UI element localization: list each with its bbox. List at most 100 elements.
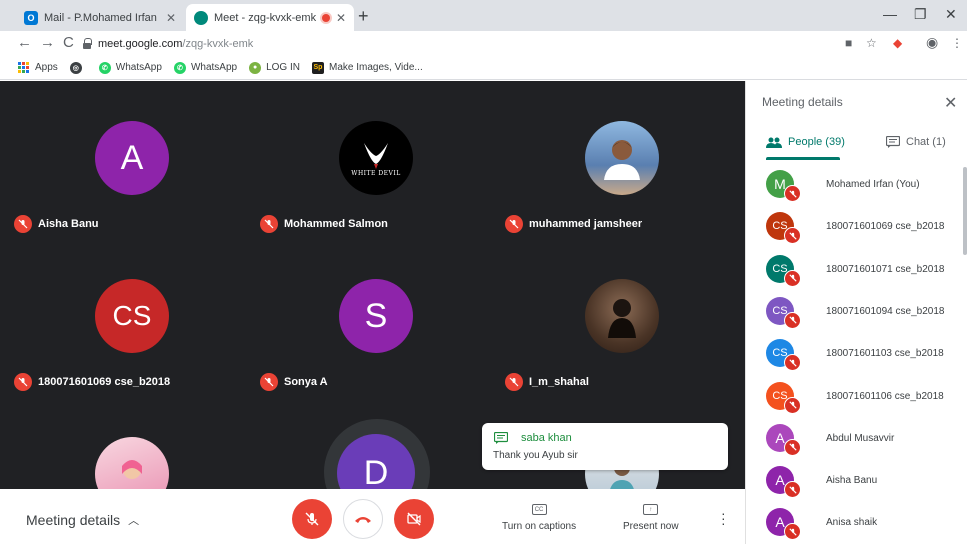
participant-list-name: Abdul Musavvir	[826, 432, 895, 444]
camera-icon[interactable]: ■	[845, 36, 852, 50]
mic-toggle-button[interactable]	[292, 499, 332, 539]
lock-icon	[82, 38, 92, 49]
participant-name-label: Aisha Banu	[38, 218, 99, 230]
bookmark-apps[interactable]: Apps	[18, 62, 58, 73]
captions-icon: CC	[531, 504, 547, 515]
bookmark-login[interactable]: ● LOG IN	[249, 61, 300, 74]
participant-list-name: 180071601069 cse_b2018	[826, 221, 945, 233]
participant-name: Mohammed Salmon	[260, 215, 388, 233]
present-icon: ↑	[643, 504, 659, 515]
forward-icon[interactable]: →	[40, 34, 55, 51]
present-button[interactable]: ↑ Present now	[623, 504, 679, 532]
mic-off-icon	[14, 373, 32, 391]
close-icon[interactable]: ✕	[944, 93, 957, 113]
participant-name-label: 180071601069 cse_b2018	[38, 376, 171, 388]
chevron-up-icon: ︿	[128, 515, 140, 527]
meeting-details-button[interactable]: Meeting details ︿	[26, 512, 139, 528]
bookmark-label: LOG IN	[266, 62, 300, 73]
tab-people[interactable]: People (39)	[766, 136, 845, 148]
globe-icon: ◎	[69, 61, 82, 74]
meeting-controls: Meeting details ︿ CC Turn on captions ↑ …	[0, 489, 745, 544]
close-icon[interactable]: ✕	[166, 11, 176, 25]
avatar-text: WHITE DEVIL	[351, 169, 401, 177]
participant-tile[interactable]: D	[246, 397, 490, 489]
participant-tile[interactable]: S Sonya A	[246, 239, 490, 397]
url-path: /zqg-kvxk-emk	[182, 37, 254, 50]
person-photo-icon	[604, 140, 640, 180]
tab-people-label: People (39)	[788, 136, 845, 148]
bookmark-whatsapp-2[interactable]: ✆ WhatsApp	[173, 61, 238, 74]
recording-icon	[321, 11, 330, 25]
extension-icon[interactable]: ◆	[893, 36, 902, 50]
participant-list-item[interactable]: A Anisa shaik	[766, 508, 966, 544]
minimize-button[interactable]: —	[883, 6, 897, 22]
reload-icon[interactable]: C	[63, 34, 74, 51]
participant-list-item[interactable]: CS 180071601094 cse_b2018	[766, 296, 966, 337]
mic-off-icon	[784, 269, 801, 287]
chat-message: Thank you Ayub sir	[493, 450, 578, 461]
mic-off-icon	[784, 311, 801, 329]
mic-off-icon	[784, 185, 801, 202]
restore-button[interactable]: ❐	[914, 6, 927, 23]
star-icon[interactable]: ☆	[866, 36, 877, 50]
participant-tile[interactable]: A Aisha Banu	[0, 81, 244, 239]
avatar-photo	[95, 437, 169, 489]
tab-meet[interactable]: Meet - zqg-kvxk-emk ✕	[186, 4, 354, 31]
menu-icon[interactable]: ⋮	[951, 36, 963, 50]
participant-list-name: 180071601106 cse_b2018	[826, 390, 944, 402]
venom-logo-icon	[364, 142, 388, 169]
chat-icon	[886, 136, 900, 148]
participant-tile[interactable]: CS 180071601069 cse_b2018	[0, 239, 244, 397]
avatar-photo	[585, 279, 659, 353]
browser-toolbar: ← → C meet.google.com/zqg-kvxk-emk ■ ☆ ◆…	[0, 31, 967, 56]
new-tab-button[interactable]: +	[358, 6, 369, 27]
participant-list-item[interactable]: CS 180071601103 cse_b2018	[766, 339, 966, 379]
participant-tile[interactable]: I_m_shahal	[491, 239, 735, 397]
participant-list-item[interactable]: A Abdul Musavvir	[766, 423, 966, 464]
participant-list-item[interactable]: A Aisha Banu	[766, 466, 966, 506]
participant-name-label: Mohammed Salmon	[284, 218, 388, 230]
tab-chat[interactable]: Chat (1)	[886, 136, 946, 148]
tab-title: Mail - P.Mohamed Irfan - Outlook	[44, 11, 160, 24]
close-window-button[interactable]: ✕	[945, 6, 957, 23]
bookmark-label: WhatsApp	[190, 62, 238, 73]
bookmarks-bar: Apps ◎ ✆ WhatsApp ✆ WhatsApp ● LOG IN Sp…	[0, 56, 967, 80]
mic-off-icon	[784, 481, 801, 499]
mic-off-icon	[260, 215, 278, 233]
mic-off-icon	[784, 396, 801, 414]
back-icon[interactable]: ←	[17, 34, 32, 51]
bookmark-whatsapp[interactable]: ✆ WhatsApp	[98, 61, 162, 74]
participant-list-item[interactable]: M Mohamed Irfan (You)	[766, 170, 966, 210]
mic-off-icon	[14, 215, 32, 233]
participant-name: Sonya A	[260, 373, 328, 391]
participant-list-item[interactable]: CS 180071601071 cse_b2018	[766, 254, 966, 295]
camera-off-icon	[407, 512, 421, 526]
bookmark-spark[interactable]: Sp Make Images, Vide...	[311, 61, 423, 74]
camera-toggle-button[interactable]	[394, 499, 434, 539]
avatar: A	[95, 121, 169, 195]
profile-icon[interactable]: ◉	[926, 34, 938, 51]
leave-call-button[interactable]	[343, 499, 383, 539]
meet-icon	[194, 10, 208, 25]
mic-off-icon	[260, 373, 278, 391]
mic-off-icon	[505, 373, 523, 391]
tab-title: Meet - zqg-kvxk-emk	[214, 11, 317, 24]
chat-notification[interactable]: saba khan Thank you Ayub sir	[482, 423, 728, 470]
tab-outlook[interactable]: O Mail - P.Mohamed Irfan - Outlook ✕	[16, 4, 184, 31]
participant-tile[interactable]: WHITE DEVIL Mohammed Salmon	[246, 81, 490, 239]
more-options-icon[interactable]: · · ·	[721, 506, 726, 530]
participant-tile[interactable]	[0, 397, 244, 489]
participant-tile[interactable]: muhammed jamsheer	[491, 81, 735, 239]
hang-up-icon	[355, 517, 371, 523]
url-host: meet.google.com	[98, 37, 183, 50]
participant-name: 180071601069 cse_b2018	[14, 373, 170, 391]
address-bar[interactable]: meet.google.com/zqg-kvxk-emk	[82, 33, 920, 54]
participant-list-item[interactable]: CS 180071601069 cse_b2018	[766, 212, 966, 252]
participant-list-item[interactable]: CS 180071601106 cse_b2018	[766, 381, 966, 422]
participant-list-name: Anisa shaik	[826, 517, 878, 529]
captions-button[interactable]: CC Turn on captions	[502, 504, 576, 532]
mic-off-icon	[784, 354, 801, 372]
bookmark-globe[interactable]: ◎	[69, 61, 87, 74]
participant-name-label: muhammed jamsheer	[529, 218, 643, 230]
close-icon[interactable]: ✕	[336, 11, 346, 25]
